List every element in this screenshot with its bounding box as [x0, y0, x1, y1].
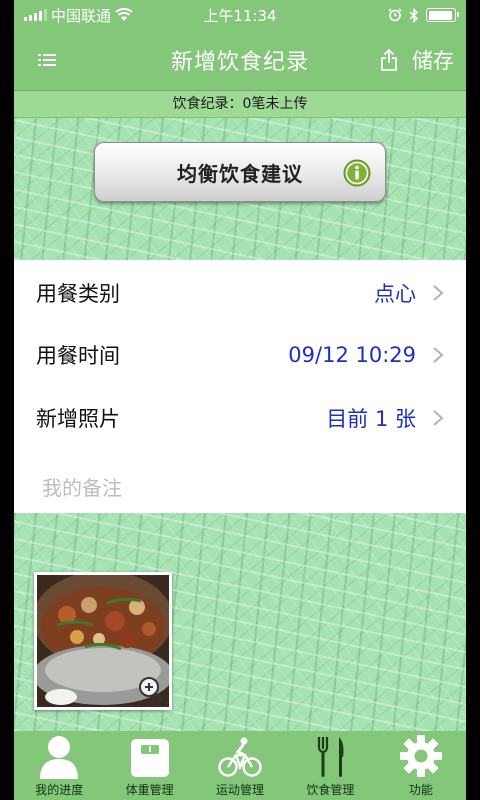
meal-form: 用餐类别 点心 用餐时间 09/12 10:29 新增照片 目前 1 张 我的备…: [14, 260, 466, 513]
tab-diet[interactable]: 饮食管理: [285, 731, 375, 800]
chevron-right-icon: [433, 410, 444, 426]
carrier-name: 中国联通: [51, 6, 112, 25]
person-icon: [40, 736, 79, 779]
zoom-in-icon[interactable]: [137, 675, 165, 703]
tab-bar: 我的进度 体重管理 运动管理 饮食管理 功能: [14, 731, 466, 800]
tab-label: 运动管理: [216, 783, 265, 797]
nav-bar: 新增饮食纪录 储存: [14, 30, 466, 90]
device-bezel-right: [466, 0, 480, 800]
row-value: 点心: [374, 282, 416, 306]
share-icon: [381, 49, 397, 71]
sync-status: 饮食纪录：0笔未上传: [14, 90, 466, 118]
info-icon: [343, 159, 371, 187]
tab-my-progress[interactable]: 我的进度: [14, 731, 104, 800]
bicycle-icon: [218, 737, 262, 777]
tab-label: 功能: [408, 783, 433, 797]
chevron-right-icon: [433, 285, 444, 301]
status-right: [388, 7, 459, 23]
row-label: 新增照片: [36, 407, 120, 431]
list-menu-icon: [38, 54, 56, 66]
diet-advice-label: 均衡饮食建议: [177, 161, 303, 186]
fork-knife-icon: [318, 737, 344, 777]
signal-icon: [24, 9, 47, 21]
meal-category-row[interactable]: 用餐类别 点心: [14, 262, 466, 324]
row-value: 目前 1 张: [326, 407, 416, 431]
row-value: 09/12 10:29: [288, 343, 416, 367]
meal-photo-thumbnail[interactable]: [34, 572, 172, 710]
alarm-icon: [388, 8, 402, 22]
tab-label: 体重管理: [125, 783, 174, 797]
meal-time-row[interactable]: 用餐时间 09/12 10:29: [14, 324, 466, 386]
battery-fill: [428, 10, 452, 20]
tab-functions[interactable]: 功能: [376, 731, 466, 800]
scale-icon: [130, 739, 169, 777]
chevron-right-icon: [433, 347, 444, 363]
notes-input[interactable]: 我的备注: [42, 472, 122, 501]
row-label: 用餐时间: [36, 344, 120, 368]
tab-label: 我的进度: [35, 783, 84, 797]
add-photo-row[interactable]: 新增照片 目前 1 张: [14, 387, 466, 449]
bluetooth-icon: [409, 7, 419, 23]
device-bezel-left: [0, 0, 14, 800]
save-button[interactable]: 储存: [380, 45, 454, 75]
gear-icon: [399, 735, 442, 777]
battery-icon: [426, 8, 459, 22]
status-left: 中国联通: [24, 5, 133, 26]
app-screen: 中国联通 上午11:34 新增饮食纪录 储存 饮食纪录：0笔未上传 均衡饮食建议…: [14, 0, 466, 800]
wifi-icon: [115, 8, 133, 21]
diet-advice-button[interactable]: 均衡饮食建议: [94, 142, 386, 202]
tab-label: 饮食管理: [306, 783, 355, 797]
save-label: 储存: [412, 49, 454, 73]
tab-weight[interactable]: 体重管理: [104, 731, 194, 800]
tab-exercise[interactable]: 运动管理: [195, 731, 285, 800]
row-label: 用餐类别: [36, 282, 120, 306]
menu-button[interactable]: [32, 45, 62, 75]
status-bar: 中国联通 上午11:34: [14, 0, 466, 30]
